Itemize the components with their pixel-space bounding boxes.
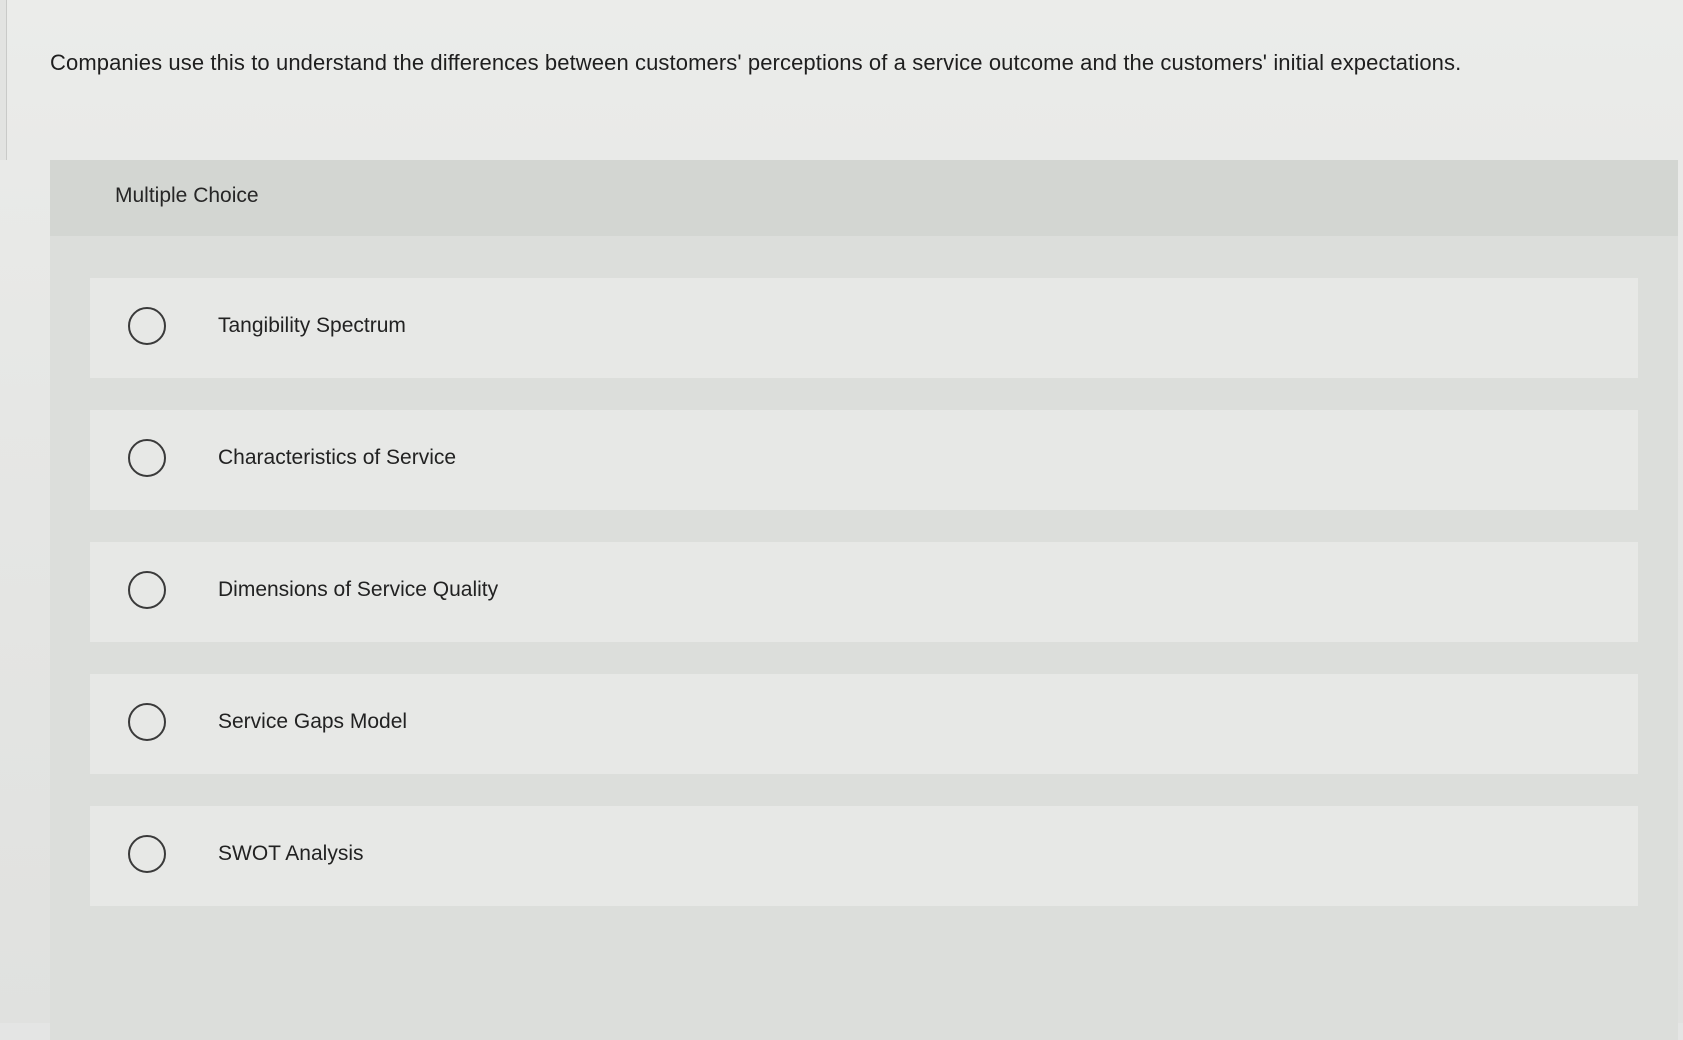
radio-button-icon[interactable] xyxy=(128,571,166,609)
multiple-choice-header: Multiple Choice xyxy=(50,160,1678,236)
radio-button-icon[interactable] xyxy=(128,307,166,345)
option-label: Service Gaps Model xyxy=(218,710,408,733)
option-tangibility-spectrum[interactable]: Tangibility Spectrum xyxy=(90,278,1638,378)
radio-button-icon[interactable] xyxy=(128,703,166,741)
option-label: Characteristics of Service xyxy=(218,446,457,469)
question-text: Companies use this to understand the dif… xyxy=(50,50,1462,75)
option-label: SWOT Analysis xyxy=(218,842,364,865)
option-swot-analysis[interactable]: SWOT Analysis xyxy=(90,806,1638,906)
multiple-choice-label: Multiple Choice xyxy=(115,184,259,207)
option-service-gaps-model[interactable]: Service Gaps Model xyxy=(90,674,1638,774)
left-edge-divider xyxy=(0,0,7,160)
page: Companies use this to understand the dif… xyxy=(0,0,1683,1040)
radio-button-icon[interactable] xyxy=(128,439,166,477)
option-label: Dimensions of Service Quality xyxy=(218,578,499,601)
option-label: Tangibility Spectrum xyxy=(218,314,406,337)
radio-button-icon[interactable] xyxy=(128,835,166,873)
option-dimensions-of-service-quality[interactable]: Dimensions of Service Quality xyxy=(90,542,1638,642)
multiple-choice-panel: Multiple Choice Tangibility Spectrum Cha… xyxy=(50,160,1678,1040)
option-characteristics-of-service[interactable]: Characteristics of Service xyxy=(90,410,1638,510)
